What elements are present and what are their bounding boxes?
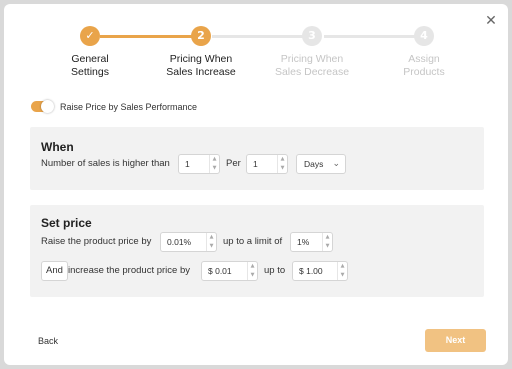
stepper-arrows: ▲ ▼ [247,262,257,280]
close-icon[interactable]: ✕ [484,14,498,28]
next-button[interactable]: Next [425,329,486,352]
limit-label: up to a limit of [223,236,283,247]
toggle-knob [41,100,54,113]
decrement-icon[interactable]: ▼ [210,164,219,173]
sales-threshold-stepper[interactable]: 1 ▲ ▼ [178,154,220,174]
chevron-down-icon: ⌄ [332,159,340,169]
increase-amount-stepper[interactable]: $ 0.01 ▲ ▼ [201,261,258,281]
increment-icon[interactable]: ▲ [248,262,257,271]
decrement-icon[interactable]: ▼ [278,164,287,173]
sales-threshold-value: 1 [185,159,190,169]
set-price-panel: Set price Raise the product price by 0.0… [30,205,484,297]
dialog: ✕ ✓ General Settings 2 Pricing When Sale… [4,4,508,365]
raise-percent-value: 0.01% [167,237,192,247]
limit-stepper[interactable]: 1% ▲ ▼ [290,232,333,252]
step-4-label: Assign Products [403,53,445,78]
step-1-circle[interactable]: ✓ [80,26,100,46]
progress-line-1 [100,35,200,38]
step-3-circle[interactable]: 3 [302,26,322,46]
increase-label: increase the product price by [68,265,190,276]
stepper-arrows: ▲ ▼ [337,262,347,280]
increment-icon[interactable]: ▲ [338,262,347,271]
increase-amount-value: $ 0.01 [208,266,232,276]
decrement-icon[interactable]: ▼ [323,242,332,251]
up-to-stepper[interactable]: $ 1.00 ▲ ▼ [292,261,348,281]
increment-icon[interactable]: ▲ [207,233,216,242]
stepper-arrows: ▲ ▼ [209,155,219,173]
step-4-circle[interactable]: 4 [414,26,434,46]
decrement-icon[interactable]: ▼ [248,271,257,280]
when-title: When [41,140,74,154]
decrement-icon[interactable]: ▼ [338,271,347,280]
per-value: 1 [253,159,258,169]
increment-icon[interactable]: ▲ [278,155,287,164]
increment-icon[interactable]: ▲ [323,233,332,242]
stepper-arrows: ▲ ▼ [322,233,332,251]
increment-icon[interactable]: ▲ [210,155,219,164]
step-3-label: Pricing When Sales Decrease [274,53,350,78]
stepper-arrows: ▲ ▼ [277,155,287,173]
step-1-label: General Settings [71,53,109,78]
check-icon: ✓ [85,29,95,42]
decrement-icon[interactable]: ▼ [207,242,216,251]
period-select[interactable]: Days ⌄ [296,154,346,174]
per-label: Per [226,158,241,169]
progress-line-3 [324,35,424,38]
stepper-arrows: ▲ ▼ [206,233,216,251]
limit-value: 1% [297,237,310,247]
raise-label: Raise the product price by [41,236,152,247]
raise-percent-stepper[interactable]: 0.01% ▲ ▼ [160,232,217,252]
per-stepper[interactable]: 1 ▲ ▼ [246,154,288,174]
and-operator-select[interactable]: And [41,261,68,281]
up-to-value: $ 1.00 [299,266,323,276]
progress-line-2 [212,35,312,38]
up-to-label: up to [264,265,286,276]
sales-threshold-label: Number of sales is higher than [41,158,170,169]
step-2-label: Pricing When Sales Increase [166,53,236,78]
toggle-label: Raise Price by Sales Performance [60,102,198,112]
when-panel: When Number of sales is higher than 1 ▲ … [30,127,484,190]
period-value: Days [304,159,324,169]
set-price-title: Set price [41,216,92,230]
back-button[interactable]: Back [38,335,58,347]
raise-price-toggle[interactable] [31,100,54,113]
step-2-circle[interactable]: 2 [191,26,211,46]
